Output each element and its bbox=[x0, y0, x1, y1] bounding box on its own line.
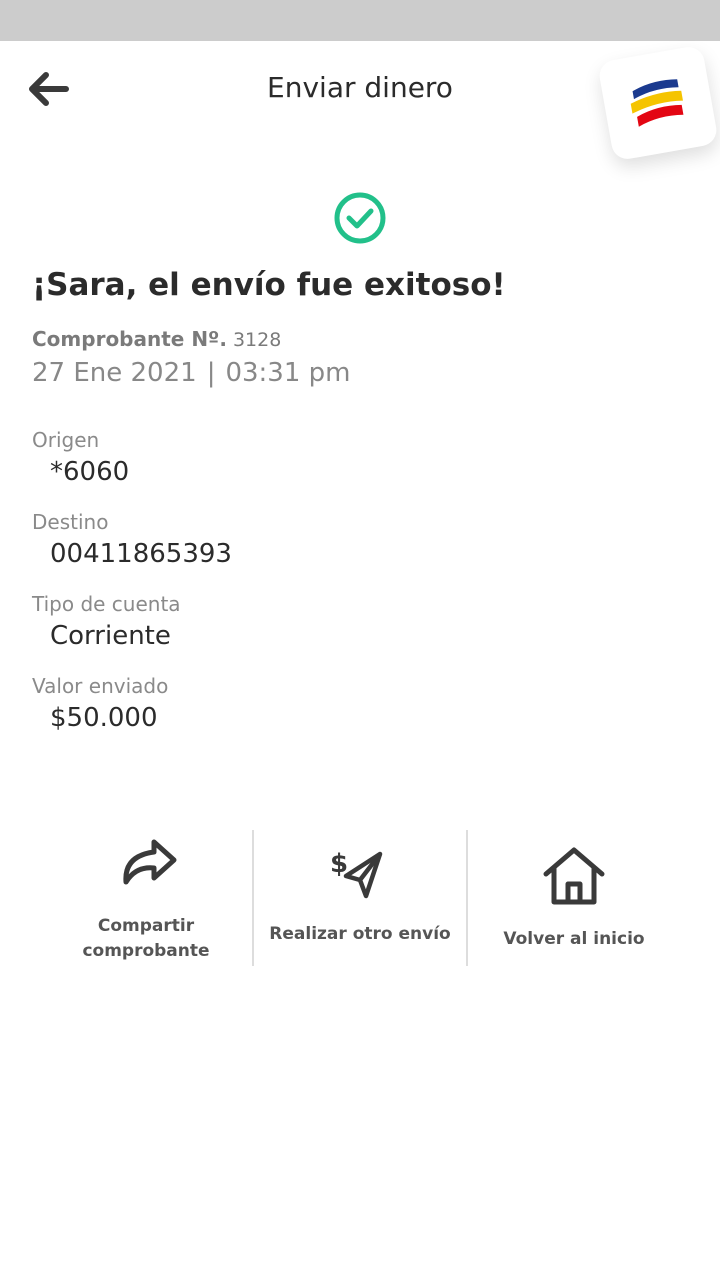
share-receipt-label-line2: comprobante bbox=[82, 941, 210, 961]
amount-value: $50.000 bbox=[50, 703, 158, 733]
bank-logo bbox=[597, 44, 719, 162]
go-home-label: Volver al inicio bbox=[503, 929, 645, 949]
receipt-number: 3128 bbox=[232, 329, 282, 351]
share-receipt-label: Compartir comprobante bbox=[40, 914, 252, 964]
check-circle-icon bbox=[334, 192, 386, 244]
status-bar bbox=[0, 0, 720, 41]
origin-value: *6060 bbox=[50, 457, 130, 487]
receipt-date: 27 Ene 2021 bbox=[32, 358, 197, 388]
share-icon bbox=[123, 839, 177, 885]
send-money-icon: $ bbox=[330, 849, 383, 899]
share-receipt-button[interactable]: Compartir comprobante bbox=[40, 830, 252, 966]
receipt-line: Comprobante Nº. 3128 bbox=[32, 327, 281, 351]
origin-label: Origen bbox=[32, 428, 100, 452]
account-type-label: Tipo de cuenta bbox=[32, 592, 181, 616]
receipt-label: Comprobante Nº. bbox=[32, 327, 227, 351]
new-transfer-button[interactable]: $ Realizar otro envío bbox=[254, 830, 466, 966]
new-transfer-label: Realizar otro envío bbox=[269, 924, 451, 944]
header: Enviar dinero bbox=[0, 41, 720, 162]
datetime-separator: | bbox=[206, 358, 216, 388]
share-receipt-label-line1: Compartir bbox=[97, 916, 195, 936]
actions-bar: Compartir comprobante $ Realizar otro en… bbox=[40, 830, 680, 966]
success-title: ¡Sara, el envío fue exitoso! bbox=[32, 267, 506, 303]
account-type-value: Corriente bbox=[50, 621, 171, 651]
home-icon bbox=[543, 847, 605, 905]
receipt-datetime: 27 Ene 2021 | 03:31 pm bbox=[32, 358, 350, 388]
amount-label: Valor enviado bbox=[32, 674, 169, 698]
destination-label: Destino bbox=[32, 510, 109, 534]
go-home-button[interactable]: Volver al inicio bbox=[468, 830, 680, 966]
receipt-time: 03:31 pm bbox=[225, 358, 351, 388]
bank-logo-icon bbox=[630, 79, 684, 127]
destination-value: 00411865393 bbox=[50, 539, 232, 569]
